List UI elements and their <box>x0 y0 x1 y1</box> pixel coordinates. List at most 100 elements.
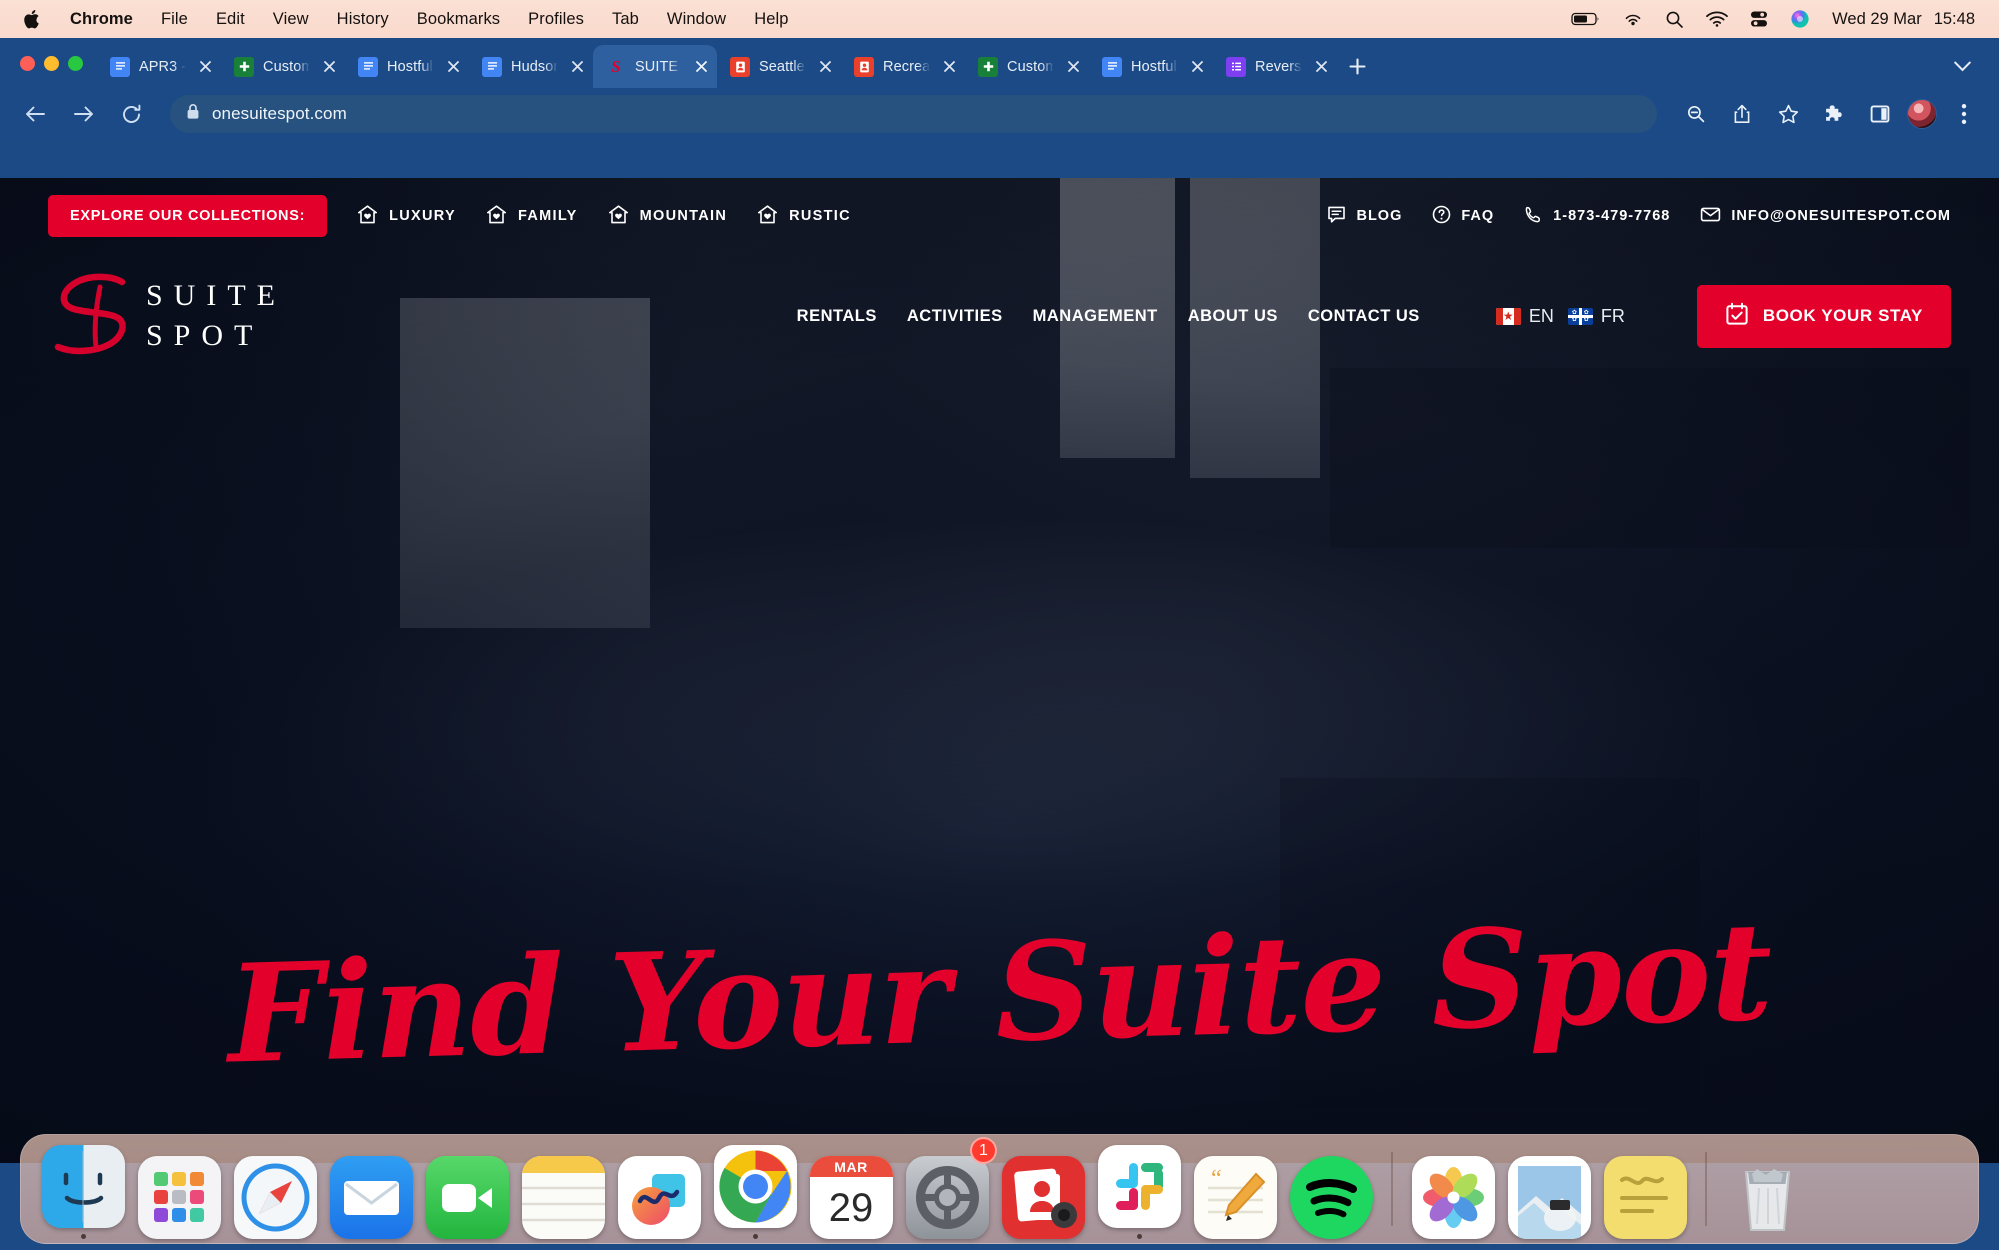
nav-item-about-us[interactable]: ABOUT US <box>1188 307 1278 326</box>
language-code: FR <box>1600 305 1625 326</box>
dock-item-system-settings[interactable]: 1 <box>899 1137 997 1239</box>
site-logo[interactable]: SUITE SPOT <box>48 273 286 359</box>
browser-tab[interactable]: Customer <box>965 45 1089 88</box>
tab-strip: APR3 - be Customer <box>0 38 1999 88</box>
dock-item-freeform[interactable] <box>611 1139 707 1239</box>
dock-item-slack[interactable] <box>1091 1139 1187 1239</box>
phone-link[interactable]: 1-873-479-7768 <box>1524 205 1670 228</box>
dock-item-facetime[interactable] <box>419 1139 515 1239</box>
menu-item-help[interactable]: Help <box>740 8 802 31</box>
address-bar[interactable]: onesuitespot.com <box>170 95 1657 133</box>
menu-item-chrome[interactable]: Chrome <box>56 8 147 31</box>
explore-collections-button[interactable]: EXPLORE OUR COLLECTIONS: <box>48 195 328 237</box>
dock-item-notes[interactable] <box>515 1139 611 1239</box>
menu-item-profiles[interactable]: Profiles <box>514 8 598 31</box>
menu-item-bookmarks[interactable]: Bookmarks <box>403 8 514 31</box>
back-button[interactable] <box>16 95 54 133</box>
side-panel-icon[interactable] <box>1861 95 1899 133</box>
collection-link-rustic[interactable]: RUSTIC <box>757 204 851 229</box>
close-tab-button[interactable] <box>815 57 835 77</box>
dock-item-safari[interactable] <box>227 1139 323 1239</box>
close-tab-button[interactable] <box>939 57 959 77</box>
dock-item-stickies[interactable] <box>1597 1139 1693 1239</box>
close-tab-button[interactable] <box>567 57 587 77</box>
tab-search-chevron-down-icon[interactable] <box>1937 45 1987 88</box>
close-tab-button[interactable] <box>319 57 339 77</box>
control-center-icon[interactable] <box>1750 10 1768 28</box>
language-option-en[interactable]: ★ EN <box>1495 306 1554 327</box>
close-tab-button[interactable] <box>1311 57 1331 77</box>
siri-icon[interactable] <box>1790 9 1810 29</box>
menu-bar-clock[interactable]: Wed 29 Mar 15:48 <box>1832 10 1975 29</box>
dock-item-spotify[interactable] <box>1283 1139 1379 1239</box>
browser-tab[interactable]: APR3 - be <box>97 45 221 88</box>
profile-avatar[interactable] <box>1907 99 1937 129</box>
blog-link[interactable]: BLOG <box>1327 205 1402 228</box>
forward-button[interactable] <box>64 95 102 133</box>
menu-item-view[interactable]: View <box>259 8 323 31</box>
book-your-stay-button[interactable]: BOOK YOUR STAY <box>1696 284 1951 348</box>
email-link[interactable]: INFO@ONESUITESPOT.COM <box>1700 205 1951 228</box>
dock-item-photos[interactable] <box>1405 1139 1501 1239</box>
collection-link-family[interactable]: FAMILY <box>486 204 578 229</box>
menu-item-window[interactable]: Window <box>653 8 740 31</box>
browser-tab[interactable]: Customer <box>221 45 345 88</box>
browser-tab-active[interactable]: S SUITE SPO <box>593 45 717 88</box>
bookmark-star-icon[interactable] <box>1769 95 1807 133</box>
dock-item-calendar[interactable]: MAR 29 <box>803 1139 899 1239</box>
extensions-puzzle-icon[interactable] <box>1815 95 1853 133</box>
finder-icon <box>41 1145 125 1228</box>
chrome-menu-icon[interactable] <box>1945 95 1983 133</box>
lock-icon[interactable] <box>186 103 200 125</box>
close-tab-button[interactable] <box>195 57 215 77</box>
dock-item-finder[interactable] <box>35 1139 131 1239</box>
new-tab-button[interactable] <box>1337 45 1377 88</box>
airplay-icon[interactable] <box>1623 9 1643 29</box>
close-tab-button[interactable] <box>691 57 711 77</box>
menu-item-tab[interactable]: Tab <box>598 8 653 31</box>
minimize-window-button[interactable] <box>44 55 59 71</box>
language-option-fr[interactable]: ✿ ✿ ✿ ✿ FR <box>1567 305 1625 327</box>
browser-tab[interactable]: Seattle - F <box>717 45 841 88</box>
spotlight-search-icon[interactable] <box>1665 10 1684 29</box>
wifi-icon[interactable] <box>1706 11 1729 27</box>
collection-link-mountain[interactable]: MOUNTAIN <box>608 204 727 229</box>
dock-item-launchpad[interactable] <box>131 1139 227 1239</box>
close-tab-button[interactable] <box>443 57 463 77</box>
collection-link-luxury[interactable]: LUXURY <box>357 204 456 229</box>
menu-item-history[interactable]: History <box>323 8 403 31</box>
dock-item-preview[interactable] <box>1501 1139 1597 1239</box>
browser-tab[interactable]: Reverse p <box>1213 45 1337 88</box>
nav-item-rentals[interactable]: RENTALS <box>797 307 877 326</box>
calendar-month: MAR <box>809 1156 893 1177</box>
dock-item-pages[interactable]: “ <box>1187 1139 1283 1239</box>
apple-logo-icon[interactable] <box>18 4 44 34</box>
browser-tab[interactable]: Recreation <box>841 45 965 88</box>
faq-link[interactable]: FAQ <box>1432 205 1494 228</box>
nav-item-activities[interactable]: ACTIVITIES <box>907 307 1003 326</box>
reload-button[interactable] <box>112 95 150 133</box>
menu-bar-time: 15:48 <box>1933 9 1975 28</box>
browser-tab[interactable]: Hostfully E <box>345 45 469 88</box>
menu-item-edit[interactable]: Edit <box>202 8 259 31</box>
dock-item-photo-booth[interactable] <box>995 1139 1091 1239</box>
close-window-button[interactable] <box>20 55 35 71</box>
close-tab-button[interactable] <box>1187 57 1207 77</box>
maximize-window-button[interactable] <box>68 55 83 71</box>
browser-tab[interactable]: Hostfully E <box>1089 45 1213 88</box>
stickies-icon <box>1603 1156 1687 1239</box>
close-tab-button[interactable] <box>1063 57 1083 77</box>
browser-tab[interactable]: Hudson Cr <box>469 45 593 88</box>
red-app-icon <box>730 56 750 77</box>
dock-item-trash[interactable] <box>1719 1139 1815 1239</box>
running-indicator <box>80 1234 86 1239</box>
battery-icon[interactable] <box>1571 11 1601 27</box>
zoom-out-icon[interactable] <box>1677 95 1715 133</box>
menu-item-file[interactable]: File <box>147 8 202 31</box>
dock-item-chrome[interactable] <box>707 1139 803 1239</box>
dock-item-mail[interactable] <box>323 1139 419 1239</box>
share-icon[interactable] <box>1723 95 1761 133</box>
nav-item-management[interactable]: MANAGEMENT <box>1033 307 1158 326</box>
nav-item-contact-us[interactable]: CONTACT US <box>1308 307 1420 326</box>
trash-icon <box>1726 1156 1809 1239</box>
